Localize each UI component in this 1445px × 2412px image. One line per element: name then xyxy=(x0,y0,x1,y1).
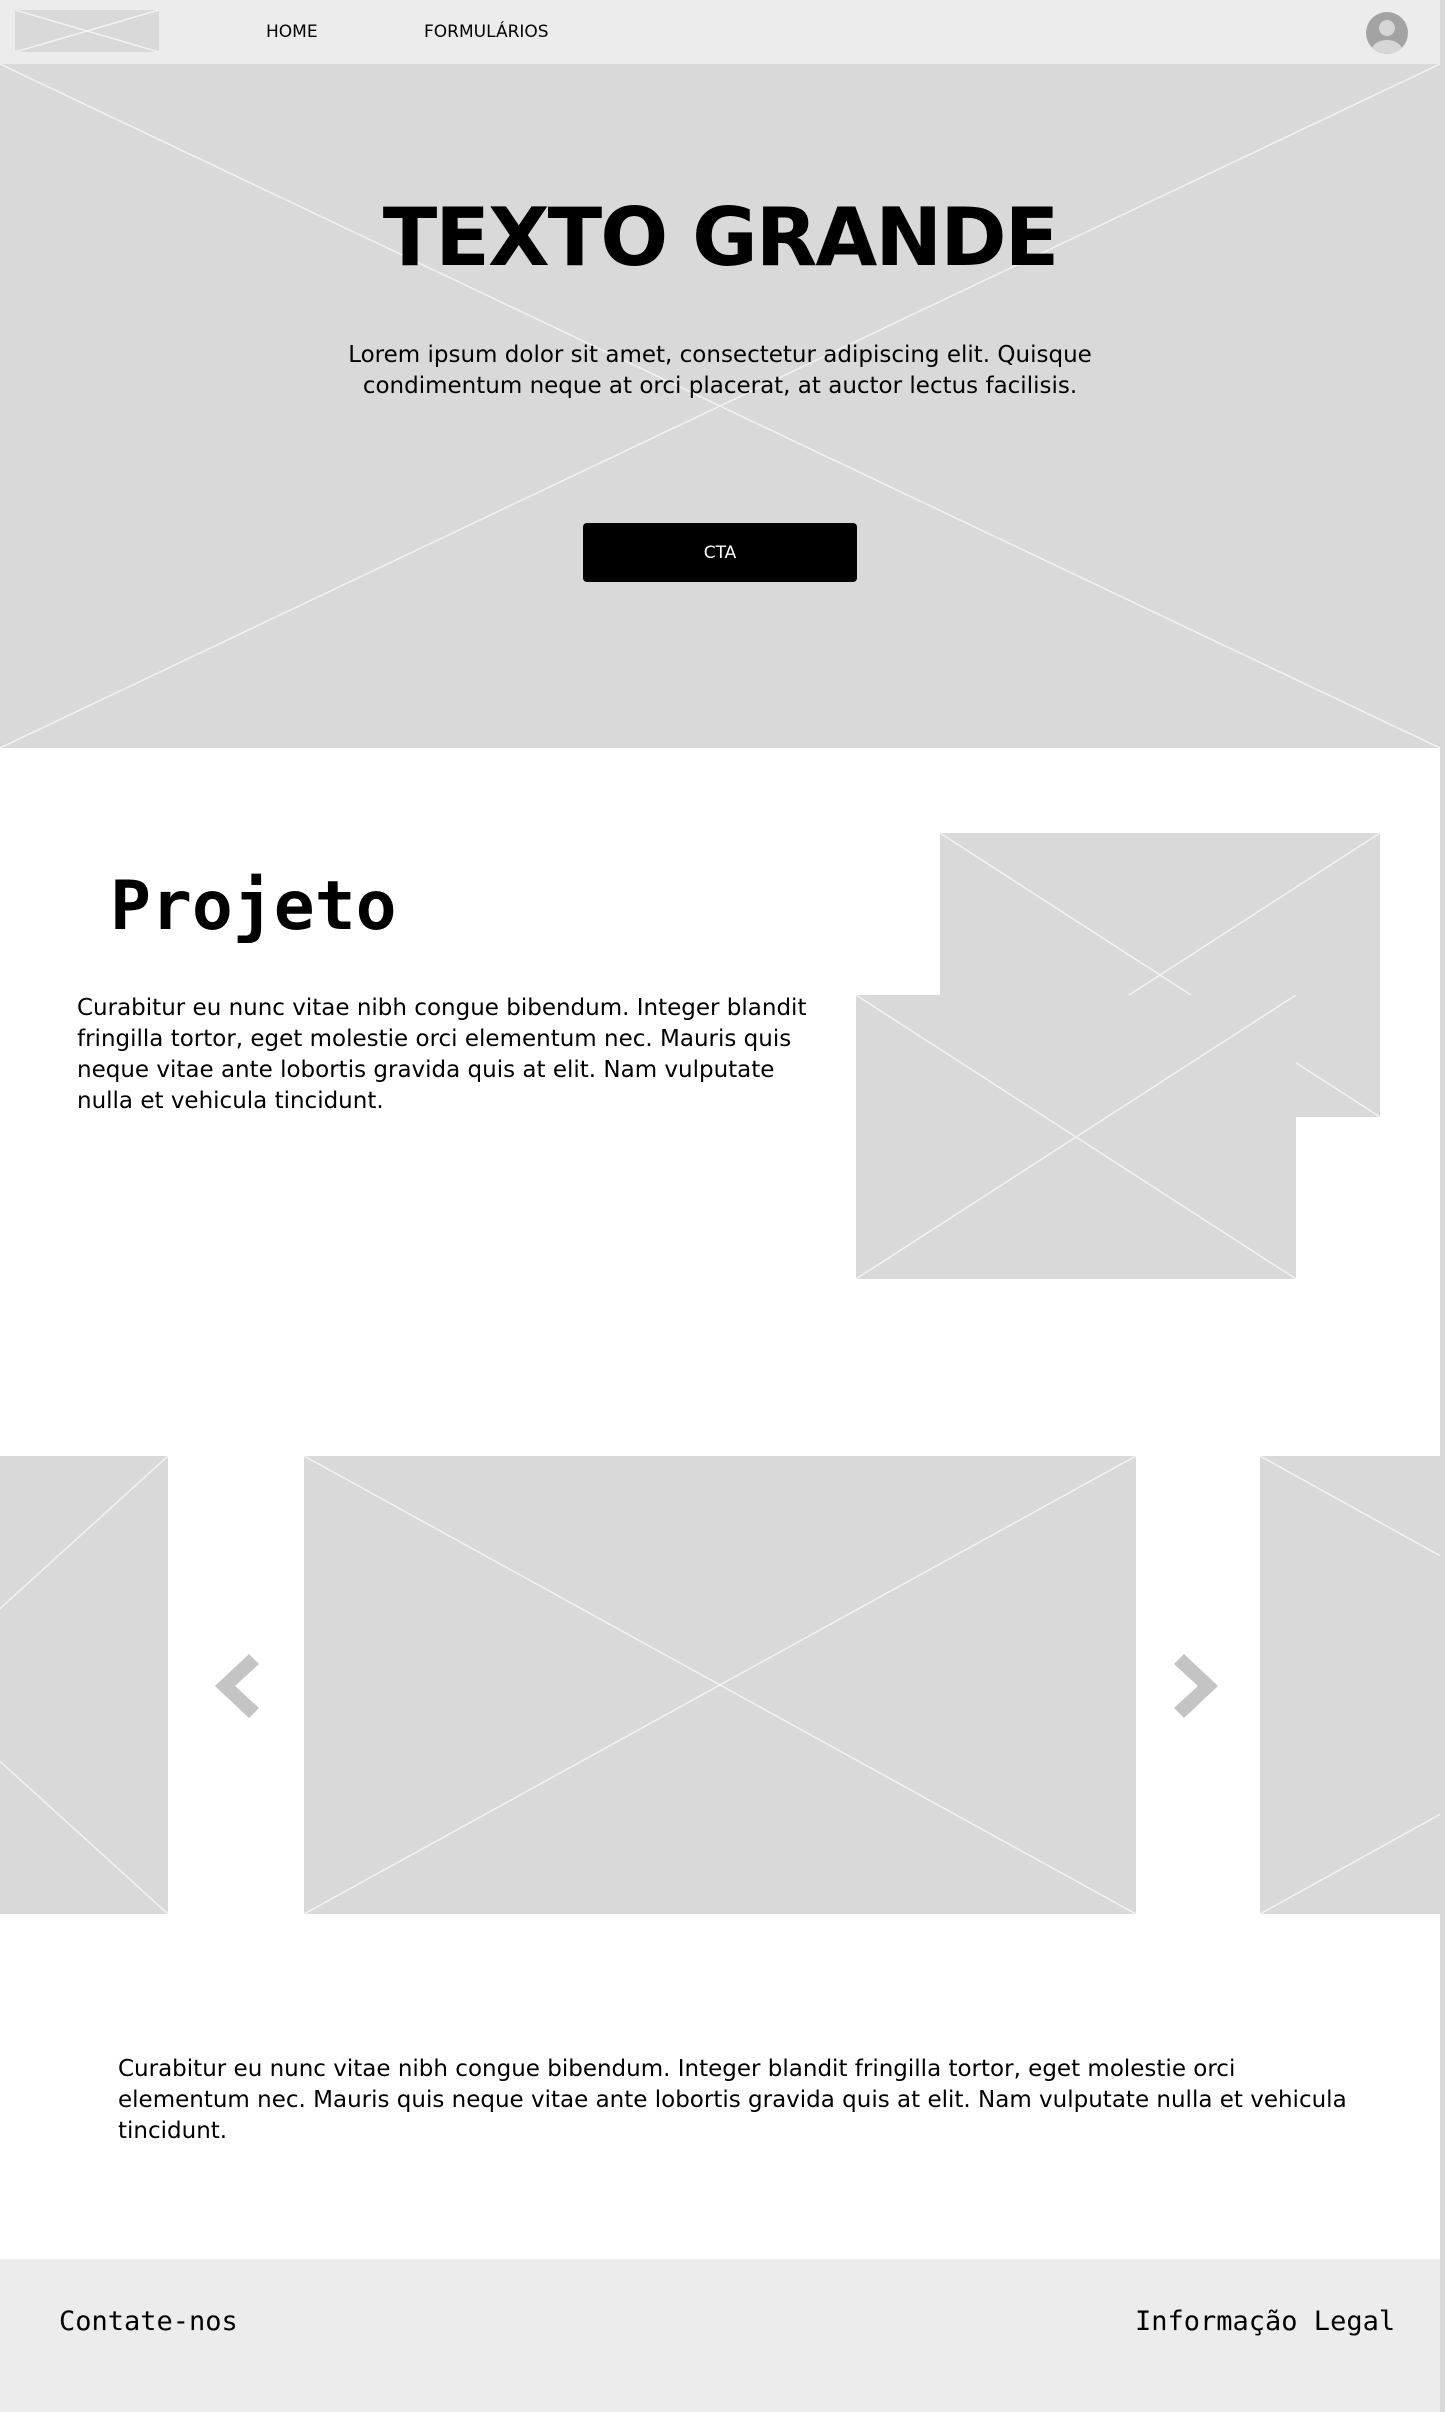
user-avatar-icon[interactable] xyxy=(1366,12,1408,54)
nav-formularios[interactable]: FORMULÁRIOS xyxy=(424,22,549,42)
carousel-slide-prev[interactable] xyxy=(0,1456,168,1914)
chevron-right-icon[interactable] xyxy=(1170,1646,1230,1726)
carousel-slide-current[interactable] xyxy=(304,1456,1136,1914)
image-placeholder-icon xyxy=(856,995,1296,1279)
chevron-left-icon[interactable] xyxy=(203,1646,263,1726)
image-placeholder-icon xyxy=(0,64,1440,748)
header: HOME FORMULÁRIOS xyxy=(0,0,1440,65)
cta-button[interactable]: CTA xyxy=(583,523,857,582)
hero-title: TEXTO GRANDE xyxy=(382,191,1060,284)
nav-home[interactable]: HOME xyxy=(266,22,318,42)
hero-text: Lorem ipsum dolor sit amet, consectetur … xyxy=(348,342,1092,399)
image-placeholder-icon xyxy=(0,1456,168,1914)
image-placeholder-icon xyxy=(1260,1456,1440,1914)
project-text: Curabitur eu nunc vitae nibh congue bibe… xyxy=(77,995,807,1114)
project-title: Projeto xyxy=(110,867,397,946)
project-image-front xyxy=(856,995,1296,1279)
carousel-slide-next[interactable] xyxy=(1260,1456,1440,1914)
hero-background xyxy=(0,64,1440,748)
footer: Contate-nos Informação Legal xyxy=(0,2259,1440,2412)
page: HOME FORMULÁRIOS TEXTO GRANDE Lorem ipsu… xyxy=(0,0,1440,2412)
bottom-text: Curabitur eu nunc vitae nibh congue bibe… xyxy=(118,2056,1347,2144)
image-placeholder-icon xyxy=(15,10,159,52)
footer-legal-link[interactable]: Informação Legal xyxy=(1135,2306,1395,2337)
footer-contact-link[interactable]: Contate-nos xyxy=(59,2306,238,2337)
logo-placeholder[interactable] xyxy=(15,10,159,52)
image-placeholder-icon xyxy=(304,1456,1136,1914)
scrollbar[interactable] xyxy=(1440,0,1445,2412)
